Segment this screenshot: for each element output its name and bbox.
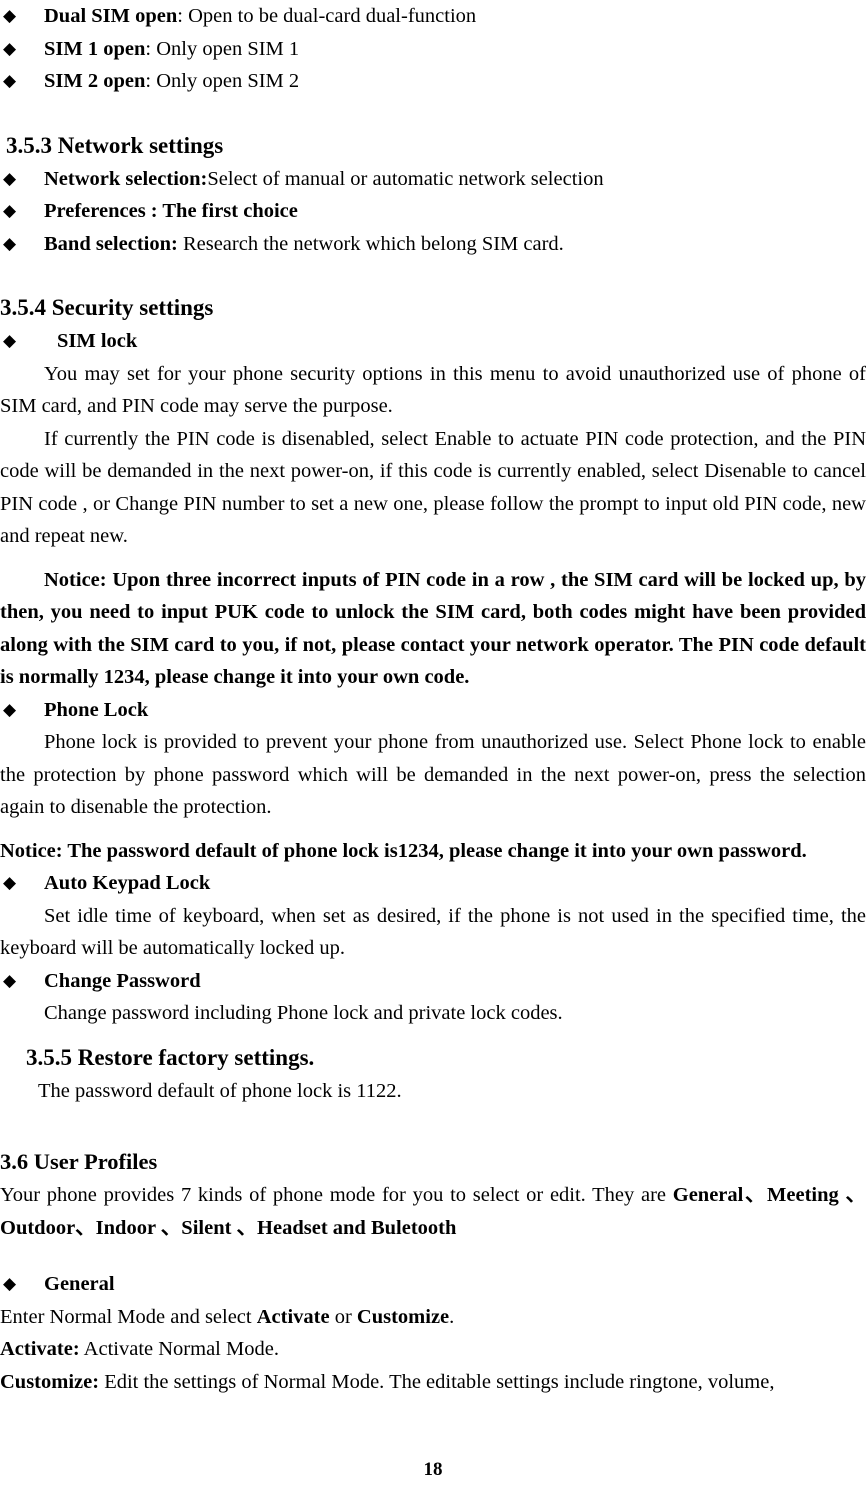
heading-network-settings: 3.5.3 Network settings: [6, 132, 224, 158]
list-item-text: Select of manual or automatic network se…: [207, 167, 604, 190]
list-item-label: Auto Keypad Lock: [44, 872, 211, 894]
paragraph-pin-notice: Notice: Upon three incorrect inputs of P…: [0, 568, 866, 689]
diamond-bullet-icon: ◆: [3, 873, 17, 893]
restore-factory-password-line: The password default of phone lock is 11…: [38, 1079, 402, 1102]
line-text-mid: or: [329, 1305, 357, 1328]
diamond-bullet-icon: ◆: [3, 970, 17, 991]
activate-description: Activate Normal Mode.: [79, 1338, 279, 1360]
list-item-change-password: ◆ Change Password: [0, 965, 866, 998]
list-item-label: SIM 2 open: [44, 70, 146, 92]
list-item-text: Only open SIM 1: [156, 37, 300, 60]
paragraph-user-profiles-intro: Your phone provides 7 kinds of phone mod…: [0, 1179, 866, 1244]
diamond-bullet-icon: ◆: [3, 331, 17, 351]
list-item-label: General: [44, 1273, 115, 1295]
paragraph-change-password: Change password including Phone lock and…: [44, 1002, 563, 1024]
customize-description: Edit the settings of Normal Mode. The ed…: [99, 1370, 775, 1393]
heading-restore-factory-settings: 3.5.5 Restore factory settings.: [26, 1044, 315, 1070]
diamond-bullet-icon: ◆: [3, 1274, 17, 1294]
list-item-label: Dual SIM open: [44, 5, 178, 27]
list-item: ◆ Dual SIM open: Open to be dual-card du…: [0, 0, 866, 33]
line-text-post: .: [449, 1305, 455, 1328]
paragraph-phone-lock: Phone lock is provided to prevent your p…: [0, 731, 866, 818]
list-item-text: Only open SIM 2: [156, 70, 300, 92]
page-number: 18: [423, 1459, 443, 1480]
diamond-bullet-icon: ◆: [3, 168, 17, 189]
list-item-label: Phone Lock: [44, 698, 149, 721]
list-item: ◆ Band selection: Research the network w…: [0, 228, 866, 261]
list-item-auto-keypad-lock: ◆ Auto Keypad Lock: [0, 867, 866, 900]
intro-text-plain: Your phone provides 7 kinds of phone mod…: [0, 1184, 673, 1206]
general-customize-line: Customize: Edit the settings of Normal M…: [0, 1366, 866, 1399]
activate-keyword: Activate: [256, 1305, 330, 1328]
list-item-label: Network selection:: [44, 167, 208, 190]
list-item-general: ◆ General: [0, 1268, 866, 1301]
diamond-bullet-icon: ◆: [3, 699, 17, 720]
general-activate-line: Activate: Activate Normal Mode.: [0, 1333, 866, 1366]
paragraph-pin-code: If currently the PIN code is disenabled,…: [0, 427, 866, 548]
sim-mode-bullet-list: ◆ Dual SIM open: Open to be dual-card du…: [0, 0, 866, 98]
diamond-bullet-icon: ◆: [3, 6, 17, 26]
list-item-label: Change Password: [44, 969, 201, 992]
document-page: ◆ Dual SIM open: Open to be dual-card du…: [0, 0, 866, 1489]
list-item-label: Band selection:: [44, 232, 178, 255]
customize-label: Customize:: [0, 1370, 100, 1393]
list-item: ◆ SIM 2 open: Only open SIM 2: [0, 65, 866, 98]
list-item-text: Research the network which belong SIM ca…: [177, 232, 564, 255]
heading-security-settings: 3.5.4 Security settings: [0, 295, 214, 320]
diamond-bullet-icon: ◆: [3, 38, 17, 59]
heading-user-profiles: 3.6 User Profiles: [0, 1149, 158, 1174]
list-item-phone-lock: ◆ Phone Lock: [0, 694, 866, 727]
list-item: ◆ Network selection:Select of manual or …: [0, 163, 866, 196]
notice-phone-lock-password: Notice: The password default of phone lo…: [0, 839, 807, 862]
list-item-label: Preferences : The first choice: [44, 200, 298, 222]
network-settings-bullet-list: ◆ Network selection:Select of manual or …: [0, 163, 866, 261]
diamond-bullet-icon: ◆: [3, 71, 17, 91]
customize-keyword: Customize: [356, 1305, 450, 1328]
list-item: ◆ Preferences : The first choice: [0, 195, 866, 228]
paragraph-sim-lock-intro: You may set for your phone security opti…: [0, 362, 866, 418]
list-item-text: Open to be dual-card dual-function: [188, 5, 477, 27]
list-item-label: SIM 1 open: [44, 37, 146, 60]
list-item: ◆ SIM 1 open: Only open SIM 1: [0, 33, 866, 66]
list-item-separator: :: [145, 37, 157, 60]
paragraph-auto-keypad-lock: Set idle time of keyboard, when set as d…: [0, 904, 866, 960]
list-item-label: SIM lock: [57, 330, 138, 352]
diamond-bullet-icon: ◆: [3, 201, 17, 221]
general-enter-normal-mode-line: Enter Normal Mode and select Activate or…: [0, 1301, 866, 1334]
list-item-separator: :: [145, 70, 157, 92]
activate-label: Activate:: [0, 1338, 80, 1360]
line-text-pre: Enter Normal Mode and select: [0, 1305, 257, 1328]
diamond-bullet-icon: ◆: [3, 233, 17, 254]
list-item-separator: :: [177, 5, 189, 27]
list-item-sim-lock: ◆ SIM lock: [0, 325, 866, 358]
page-content: ◆ Dual SIM open: Open to be dual-card du…: [0, 0, 866, 1398]
